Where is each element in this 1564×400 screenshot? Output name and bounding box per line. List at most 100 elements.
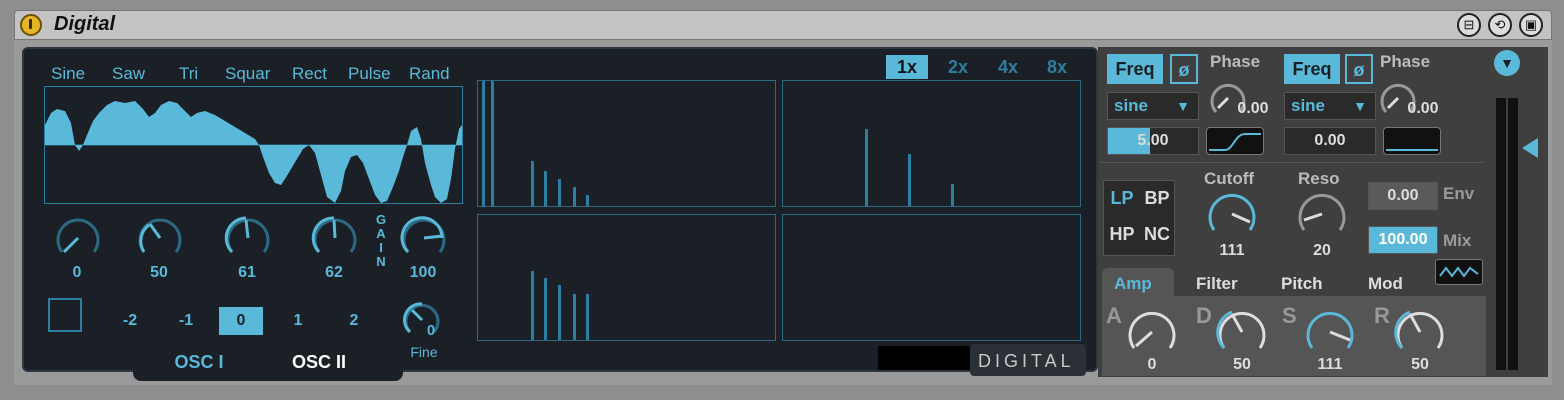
osc-knob-2-value: 50 (150, 264, 168, 281)
env-value: 0.00 (1387, 187, 1419, 204)
decay-knob[interactable] (1214, 306, 1270, 356)
lfo-1-shape-select[interactable]: sine ▼ (1107, 92, 1199, 120)
octave-step-0[interactable]: 0 (219, 307, 263, 335)
attack-knob[interactable] (1124, 306, 1180, 356)
waveform-square[interactable]: Squar (225, 64, 270, 84)
octave-step-minus-2[interactable]: -2 (108, 307, 152, 335)
reso-knob[interactable] (1294, 190, 1350, 238)
lfo-1-phase-label: Phase (1210, 52, 1261, 71)
attack-label: A (1106, 303, 1122, 328)
waveform-saw[interactable]: Saw (112, 64, 145, 84)
cutoff-knob[interactable] (1204, 190, 1260, 238)
sustain-label: S (1282, 303, 1297, 328)
oversampling-1x[interactable]: 1x (886, 55, 928, 79)
reso-value: 20 (1313, 242, 1331, 259)
tab-osc-1[interactable]: OSC I (156, 352, 242, 373)
osc-knob-1-value: 0 (72, 264, 82, 281)
tab-pitch[interactable]: Pitch (1281, 274, 1323, 294)
lfo-2-shape-select[interactable]: sine ▼ (1284, 92, 1376, 120)
spectrum-bars-1 (482, 81, 589, 206)
attack-value: 0 (1147, 356, 1157, 373)
filter-type-bp[interactable]: BP (1140, 188, 1174, 209)
fold-icon: ⊟ (1463, 17, 1475, 32)
lfo-2-freq-button[interactable]: Freq (1284, 54, 1340, 84)
lfo-1-rate-field[interactable]: 5.00 (1107, 127, 1199, 155)
oversampling-4x[interactable]: 4x (987, 55, 1029, 79)
filter-type-lp[interactable]: LP (1105, 188, 1139, 209)
release-knob[interactable] (1392, 306, 1448, 356)
sync-toggle[interactable] (48, 298, 82, 332)
oversampling-2x[interactable]: 2x (937, 55, 979, 79)
fine-value: 0 (426, 322, 436, 339)
spectrum-view-3 (477, 214, 776, 341)
spectrum-view-1 (477, 80, 776, 207)
divider (1100, 162, 1484, 163)
tab-mod[interactable]: Mod (1368, 274, 1403, 294)
zigzag-wave-icon (1439, 266, 1479, 278)
lfo-1-rate-value: 5.00 (1137, 132, 1169, 149)
mix-value: 100.00 (1378, 231, 1428, 248)
cutoff-value: 111 (1219, 242, 1245, 259)
lfo-1-shape-preview (1206, 127, 1264, 155)
reso-label: Reso (1298, 169, 1340, 188)
lfo-2-shape-preview (1383, 127, 1441, 155)
tab-osc-2[interactable]: OSC II (276, 352, 362, 373)
digital-logo: DIGITAL (978, 351, 1075, 371)
filter-type-nc[interactable]: NC (1140, 224, 1174, 245)
osc-knob-1[interactable] (52, 214, 104, 262)
mod-wave-preview[interactable] (1435, 259, 1483, 285)
volume-slider-handle[interactable] (1522, 138, 1538, 158)
chevron-down-icon: ▼ (1176, 98, 1190, 114)
oversampling-8x[interactable]: 8x (1036, 55, 1078, 79)
release-value: 50 (1411, 356, 1429, 373)
tab-filter[interactable]: Filter (1196, 274, 1238, 294)
device-title-bar (14, 10, 1552, 40)
waveform-sine[interactable]: Sine (51, 64, 85, 84)
fold-button[interactable]: ⊟ (1457, 13, 1481, 37)
env-amount-field[interactable]: 0.00 (1368, 182, 1438, 210)
lfo-2-phase-invert-button[interactable]: ø (1345, 54, 1373, 84)
waveform-pulse[interactable]: Pulse (348, 64, 391, 84)
mix-amount-field[interactable]: 100.00 (1368, 226, 1438, 254)
lfo-1-phase-invert-button[interactable]: ø (1170, 54, 1198, 84)
gain-knob[interactable] (398, 214, 450, 262)
gain-label: GAIN (375, 212, 387, 269)
osc-knob-4-value: 62 (325, 264, 343, 281)
sustain-knob[interactable] (1302, 306, 1358, 356)
chevron-down-icon: ▼ (1500, 55, 1514, 71)
osc-knob-4[interactable] (309, 214, 361, 262)
waveform-rand[interactable]: Rand (409, 64, 450, 84)
octave-step-minus-1[interactable]: -1 (164, 307, 208, 335)
waveform-rect[interactable]: Rect (292, 64, 327, 84)
decay-label: D (1196, 303, 1212, 328)
lfo-1-freq-button[interactable]: Freq (1107, 54, 1163, 84)
tab-amp[interactable]: Amp (1114, 274, 1152, 294)
filter-type-hp[interactable]: HP (1105, 224, 1139, 245)
spectrum-bars-2 (865, 129, 954, 206)
save-preset-button[interactable]: ▣ (1519, 13, 1543, 37)
hot-swap-button[interactable]: ⟲ (1488, 13, 1512, 37)
cutoff-label: Cutoff (1204, 169, 1255, 188)
power-icon[interactable] (20, 14, 42, 36)
waveform-tri[interactable]: Tri (179, 64, 198, 84)
expand-button[interactable]: ▼ (1494, 50, 1520, 76)
spectrum-view-2 (782, 80, 1081, 207)
output-meter-right (1508, 98, 1518, 370)
octave-step-plus-1[interactable]: 1 (276, 307, 320, 335)
level-readout-box (878, 346, 970, 370)
lfo-2-shape-value: sine (1291, 96, 1326, 115)
waveform-selector[interactable]: Sine Saw Tri Squar Rect Pulse Rand (44, 64, 463, 86)
sustain-value: 111 (1317, 356, 1343, 373)
lfo-2-rate-field[interactable]: 0.00 (1284, 127, 1376, 155)
device-title: Digital (54, 13, 116, 35)
osc-knob-3[interactable] (222, 214, 274, 262)
spectrum-view-4 (782, 214, 1081, 341)
save-icon: ▣ (1524, 17, 1538, 32)
lfo-2-rate-value: 0.00 (1314, 132, 1346, 149)
waveform-display[interactable] (44, 86, 463, 204)
lfo-2-phase-value: 0.00 (1407, 100, 1439, 117)
lfo-1-phase-value: 0.00 (1237, 100, 1269, 117)
octave-step-plus-2[interactable]: 2 (332, 307, 376, 335)
env-label: Env (1443, 184, 1475, 203)
osc-knob-2[interactable] (134, 214, 186, 262)
